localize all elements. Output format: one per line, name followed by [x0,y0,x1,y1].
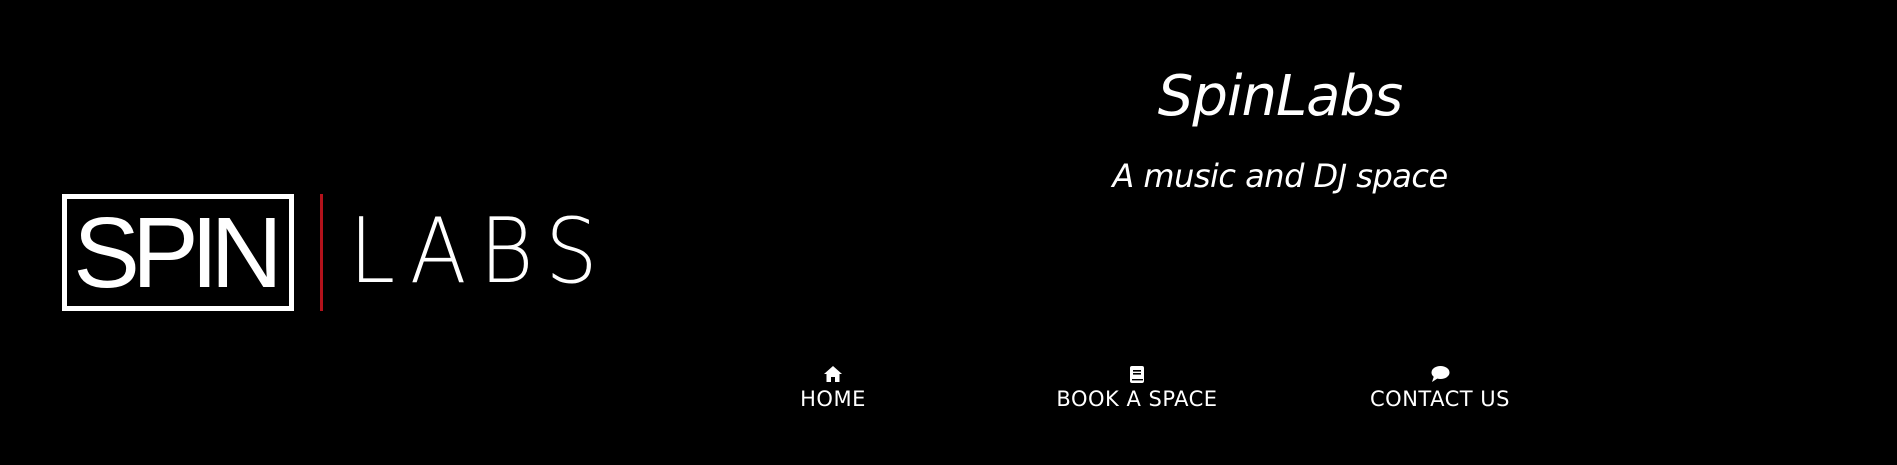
logo-box: SPIN [62,193,294,311]
speech-bubble-icon [1429,364,1451,384]
logo-spin-text: SPIN [73,197,282,309]
site-logo[interactable]: SPIN LABS [62,193,633,311]
book-icon [1126,364,1148,384]
logo-divider [320,193,323,311]
nav-item-home[interactable]: HOME [796,364,870,412]
main-navigation: HOME BOOK A SPACE CONTACT US [0,364,1897,416]
nav-item-book-a-space-label: BOOK A SPACE [1056,387,1218,411]
nav-item-home-label: HOME [800,387,866,411]
nav-item-contact-us[interactable]: CONTACT US [1364,364,1516,412]
logo-labs-text: LABS [349,199,611,304]
nav-item-contact-us-label: CONTACT US [1370,387,1510,411]
site-title: SpinLabs [1157,64,1403,129]
site-tagline: A music and DJ space [1112,157,1448,195]
page: SPIN LABS SpinLabs A music and DJ space … [0,0,1897,465]
home-icon [822,364,844,384]
nav-item-book-a-space[interactable]: BOOK A SPACE [1050,364,1224,412]
